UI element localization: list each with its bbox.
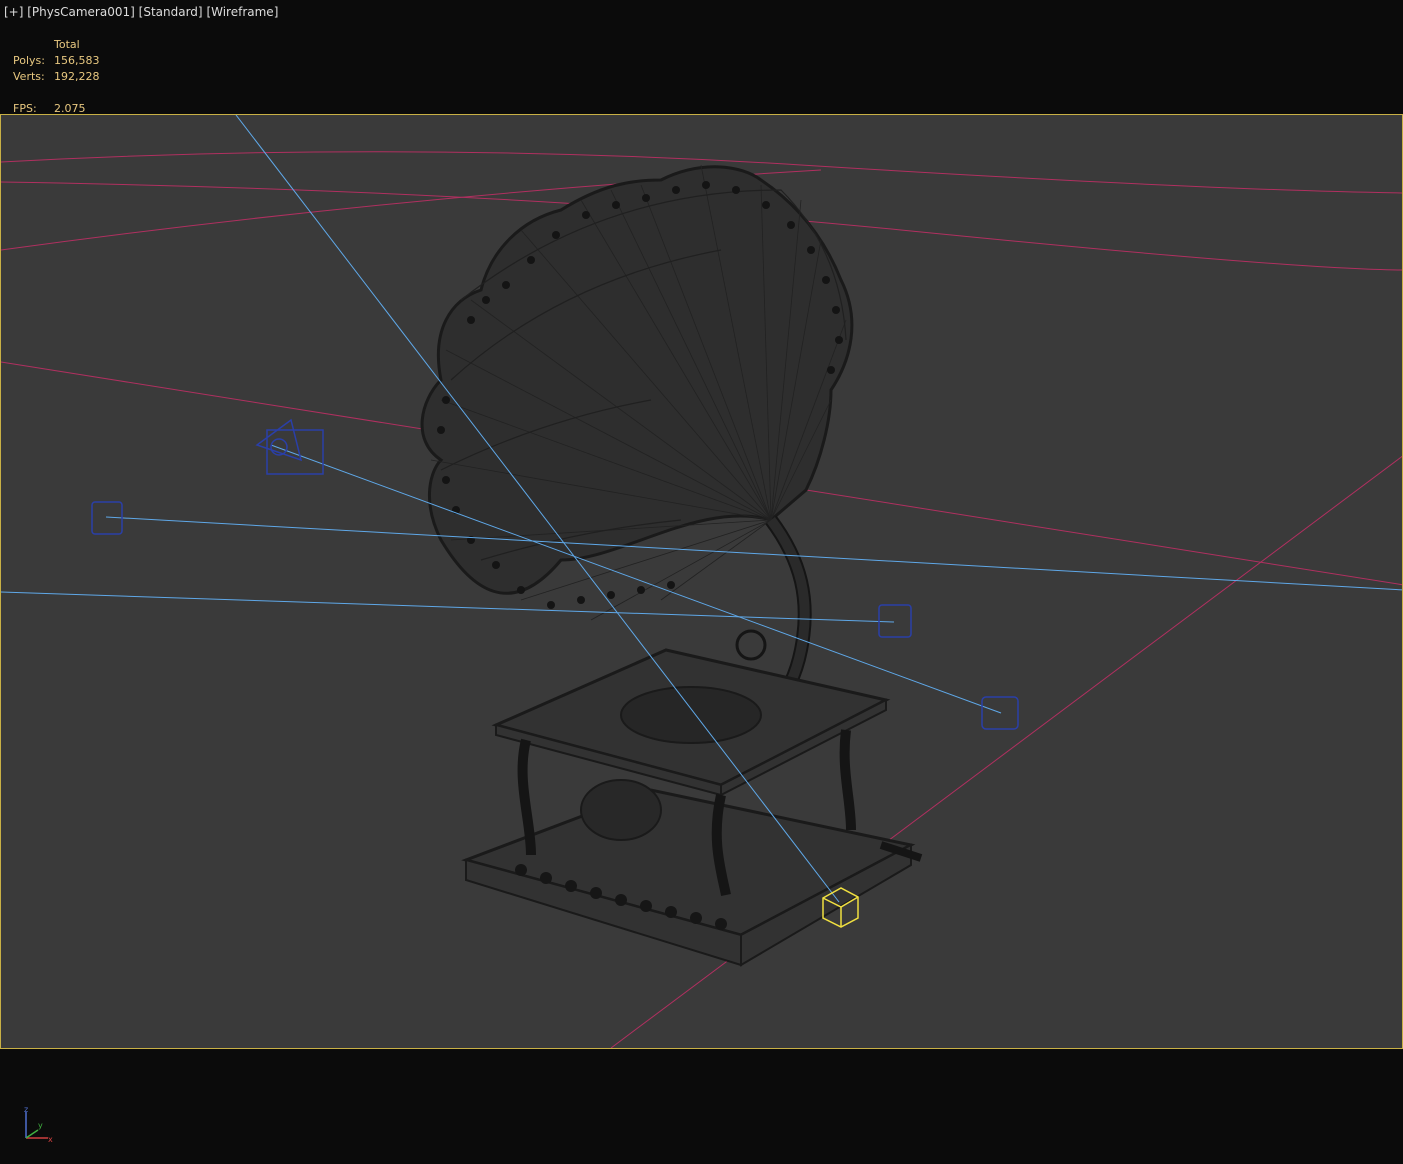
light-target-center[interactable] xyxy=(878,604,912,638)
y-axis-label: y xyxy=(38,1121,43,1130)
stats-header: Total xyxy=(54,38,80,51)
y-axis xyxy=(25,1129,39,1139)
verts-value: 192,228 xyxy=(54,70,100,83)
viewport-mode-menu[interactable]: [Wireframe] xyxy=(206,5,278,19)
z-axis-label: z xyxy=(24,1105,28,1114)
gramophone-base[interactable] xyxy=(461,648,923,967)
x-axis-label: x xyxy=(48,1135,53,1144)
polys-label: Polys: xyxy=(13,54,45,67)
polys-value: 156,583 xyxy=(54,54,100,67)
viewport-menu-plus[interactable]: [+] xyxy=(4,5,23,19)
viewport-shading-menu[interactable]: [Standard] xyxy=(139,5,203,19)
camera-viewport[interactable] xyxy=(0,114,1403,1049)
axis-gizmo: z y x xyxy=(20,1104,60,1144)
viewport-label[interactable]: [+] [PhysCamera001] [Standard] [Wirefram… xyxy=(4,5,278,19)
viewport-camera-menu[interactable]: [PhysCamera001] xyxy=(27,5,135,19)
verts-label: Verts: xyxy=(13,70,45,83)
viewport-scene[interactable] xyxy=(1,115,1402,1048)
light-camera-icon[interactable] xyxy=(255,418,324,475)
